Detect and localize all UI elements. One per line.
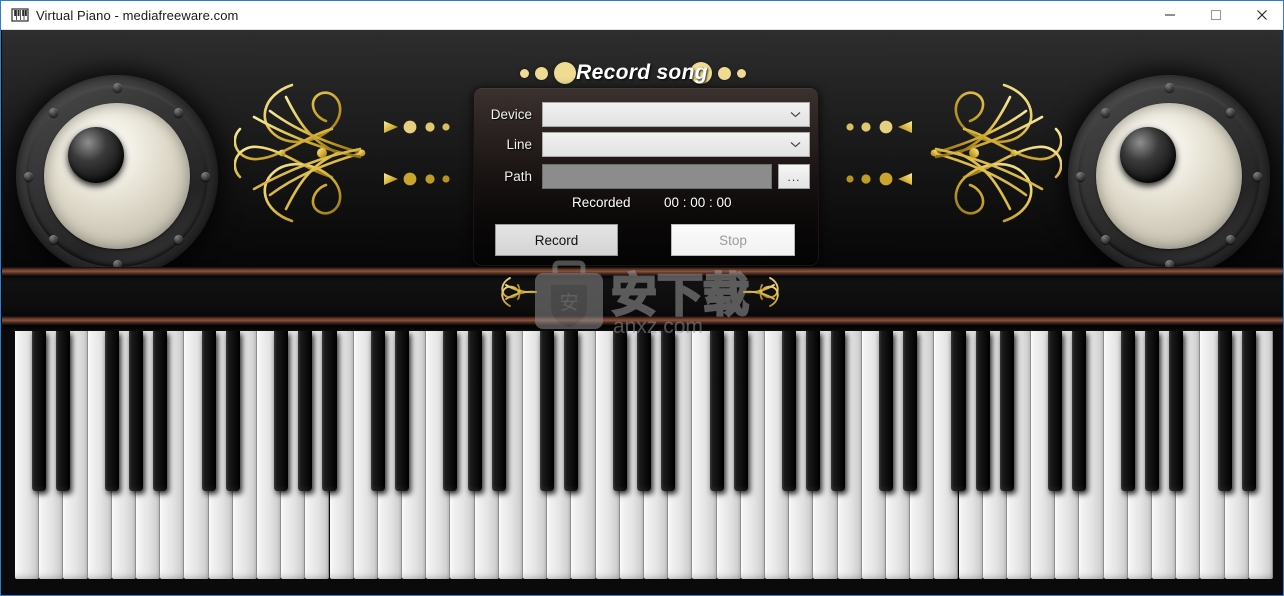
application-window: Virtual Piano - mediafreeware.com Record… [0,0,1284,596]
decor-dot [717,66,731,80]
piano-black-key[interactable] [153,331,168,491]
wood-strip-bottom [2,316,1283,325]
mini-ornament-right [742,275,782,314]
speaker-left [16,75,218,267]
piano-black-key[interactable] [128,331,143,491]
piano-black-key[interactable] [709,331,724,491]
record-song-panel: Device Line Path ... Recorded 00: 00: … [473,87,819,266]
speaker-dome [68,127,124,183]
piano-keyboard[interactable] [2,329,1283,595]
decor-dot [520,68,530,78]
piano-black-key[interactable] [395,331,410,491]
piano-black-key[interactable] [951,331,966,491]
chevron-down-icon [790,112,801,118]
piano-black-key[interactable] [564,331,579,491]
piano-black-key[interactable] [201,331,216,491]
piano-black-key[interactable] [830,331,845,491]
piano-black-key[interactable] [903,331,918,491]
stop-button: Stop [671,224,795,256]
gold-filigree-ornament-right [822,77,1063,234]
piano-black-key[interactable] [806,331,821,491]
browse-button[interactable]: ... [778,164,810,189]
piano-black-key[interactable] [104,331,119,491]
path-label: Path [504,169,532,184]
chevron-down-icon [790,142,801,148]
title-bar: Virtual Piano - mediafreeware.com [1,1,1283,30]
upper-console-panel: Record song Device Line Path ... Recorde… [2,29,1283,267]
piano-black-key[interactable] [540,331,555,491]
heading-dots-left [520,62,577,84]
line-label: Line [506,137,532,152]
speaker-dome [1120,127,1176,183]
speaker-right [1068,75,1270,267]
piano-black-key[interactable] [975,331,990,491]
piano-black-key[interactable] [733,331,748,491]
decor-dot [736,68,746,78]
piano-black-key[interactable] [467,331,482,491]
record-song-title: Record song [576,61,708,84]
piano-black-key[interactable] [999,331,1014,491]
piano-black-key[interactable] [612,331,627,491]
wood-strip-top [2,267,1283,276]
piano-black-key[interactable] [274,331,289,491]
piano-black-key[interactable] [878,331,893,491]
close-icon [1257,10,1267,20]
decor-dot [535,66,549,80]
wood-divider-section [2,267,1283,329]
device-label: Device [490,107,532,122]
recorded-timer: 00 : 00 : 00 [664,195,732,210]
line-row: Line [482,132,810,157]
piano-black-key[interactable] [1145,331,1160,491]
record-song-heading: Record song [497,60,769,86]
device-row: Device [482,102,810,127]
gold-filigree-ornament-left [233,77,474,234]
window-title: Virtual Piano - mediafreeware.com [36,7,239,23]
piano-black-key[interactable] [1072,331,1087,491]
piano-black-key[interactable] [1120,331,1135,491]
recorded-label: Recorded [572,195,631,210]
maximize-button[interactable] [1193,1,1239,29]
piano-black-key[interactable] [225,331,240,491]
maximize-icon [1210,9,1222,21]
decor-dot [554,62,577,84]
piano-keys-icon [11,7,29,23]
record-button[interactable]: Record [495,224,618,256]
piano-black-key[interactable] [1048,331,1063,491]
piano-black-key[interactable] [298,331,313,491]
minimize-icon [1165,14,1175,16]
speaker-cone [1096,103,1242,249]
piano-black-key[interactable] [782,331,797,491]
piano-black-key[interactable] [370,331,385,491]
speaker-cone [44,103,190,249]
piano-black-key[interactable] [661,331,676,491]
close-button[interactable] [1239,1,1283,29]
piano-keys-container[interactable] [15,331,1273,579]
path-input[interactable] [542,164,772,189]
piano-black-key[interactable] [1169,331,1184,491]
piano-black-key[interactable] [32,331,47,491]
mini-ornament-left [498,275,538,314]
piano-black-key[interactable] [443,331,458,491]
line-select[interactable] [542,132,810,157]
piano-black-key[interactable] [56,331,71,491]
piano-black-key[interactable] [1217,331,1232,491]
device-select[interactable] [542,102,810,127]
path-row: Path ... [482,164,810,189]
piano-black-key[interactable] [1241,331,1256,491]
piano-black-key[interactable] [491,331,506,491]
minimize-button[interactable] [1147,1,1193,29]
piano-black-key[interactable] [636,331,651,491]
piano-black-key[interactable] [322,331,337,491]
